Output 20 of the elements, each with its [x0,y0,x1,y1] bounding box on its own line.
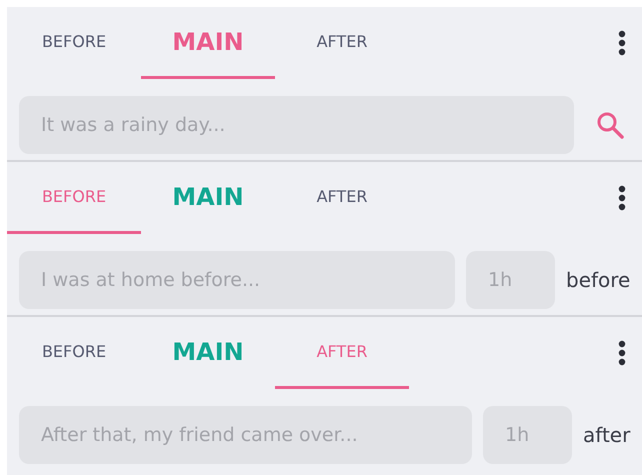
relation-label: before [566,267,630,294]
duration-input[interactable]: 1h [466,251,555,309]
text-input[interactable]: I was at home before... [19,251,455,309]
tab[interactable]: AFTER [275,317,409,389]
text-input[interactable]: After that, my friend came over... [19,406,472,464]
tab[interactable]: MAIN [141,162,275,234]
search-icon [596,111,624,139]
more-icon [618,30,626,56]
tab[interactable]: BEFORE [7,162,141,234]
tab[interactable]: MAIN [141,317,275,389]
more-icon [618,340,626,366]
more-icon [618,185,626,211]
relation-label: after [583,422,630,449]
text-input[interactable]: It was a rainy day... [19,96,574,154]
tab[interactable]: BEFORE [7,7,141,79]
duration-input[interactable]: 1h [483,406,572,464]
tab[interactable]: BEFORE [7,317,141,389]
tab[interactable]: AFTER [275,162,409,234]
tab[interactable]: AFTER [275,7,409,79]
tab[interactable]: MAIN [141,7,275,79]
